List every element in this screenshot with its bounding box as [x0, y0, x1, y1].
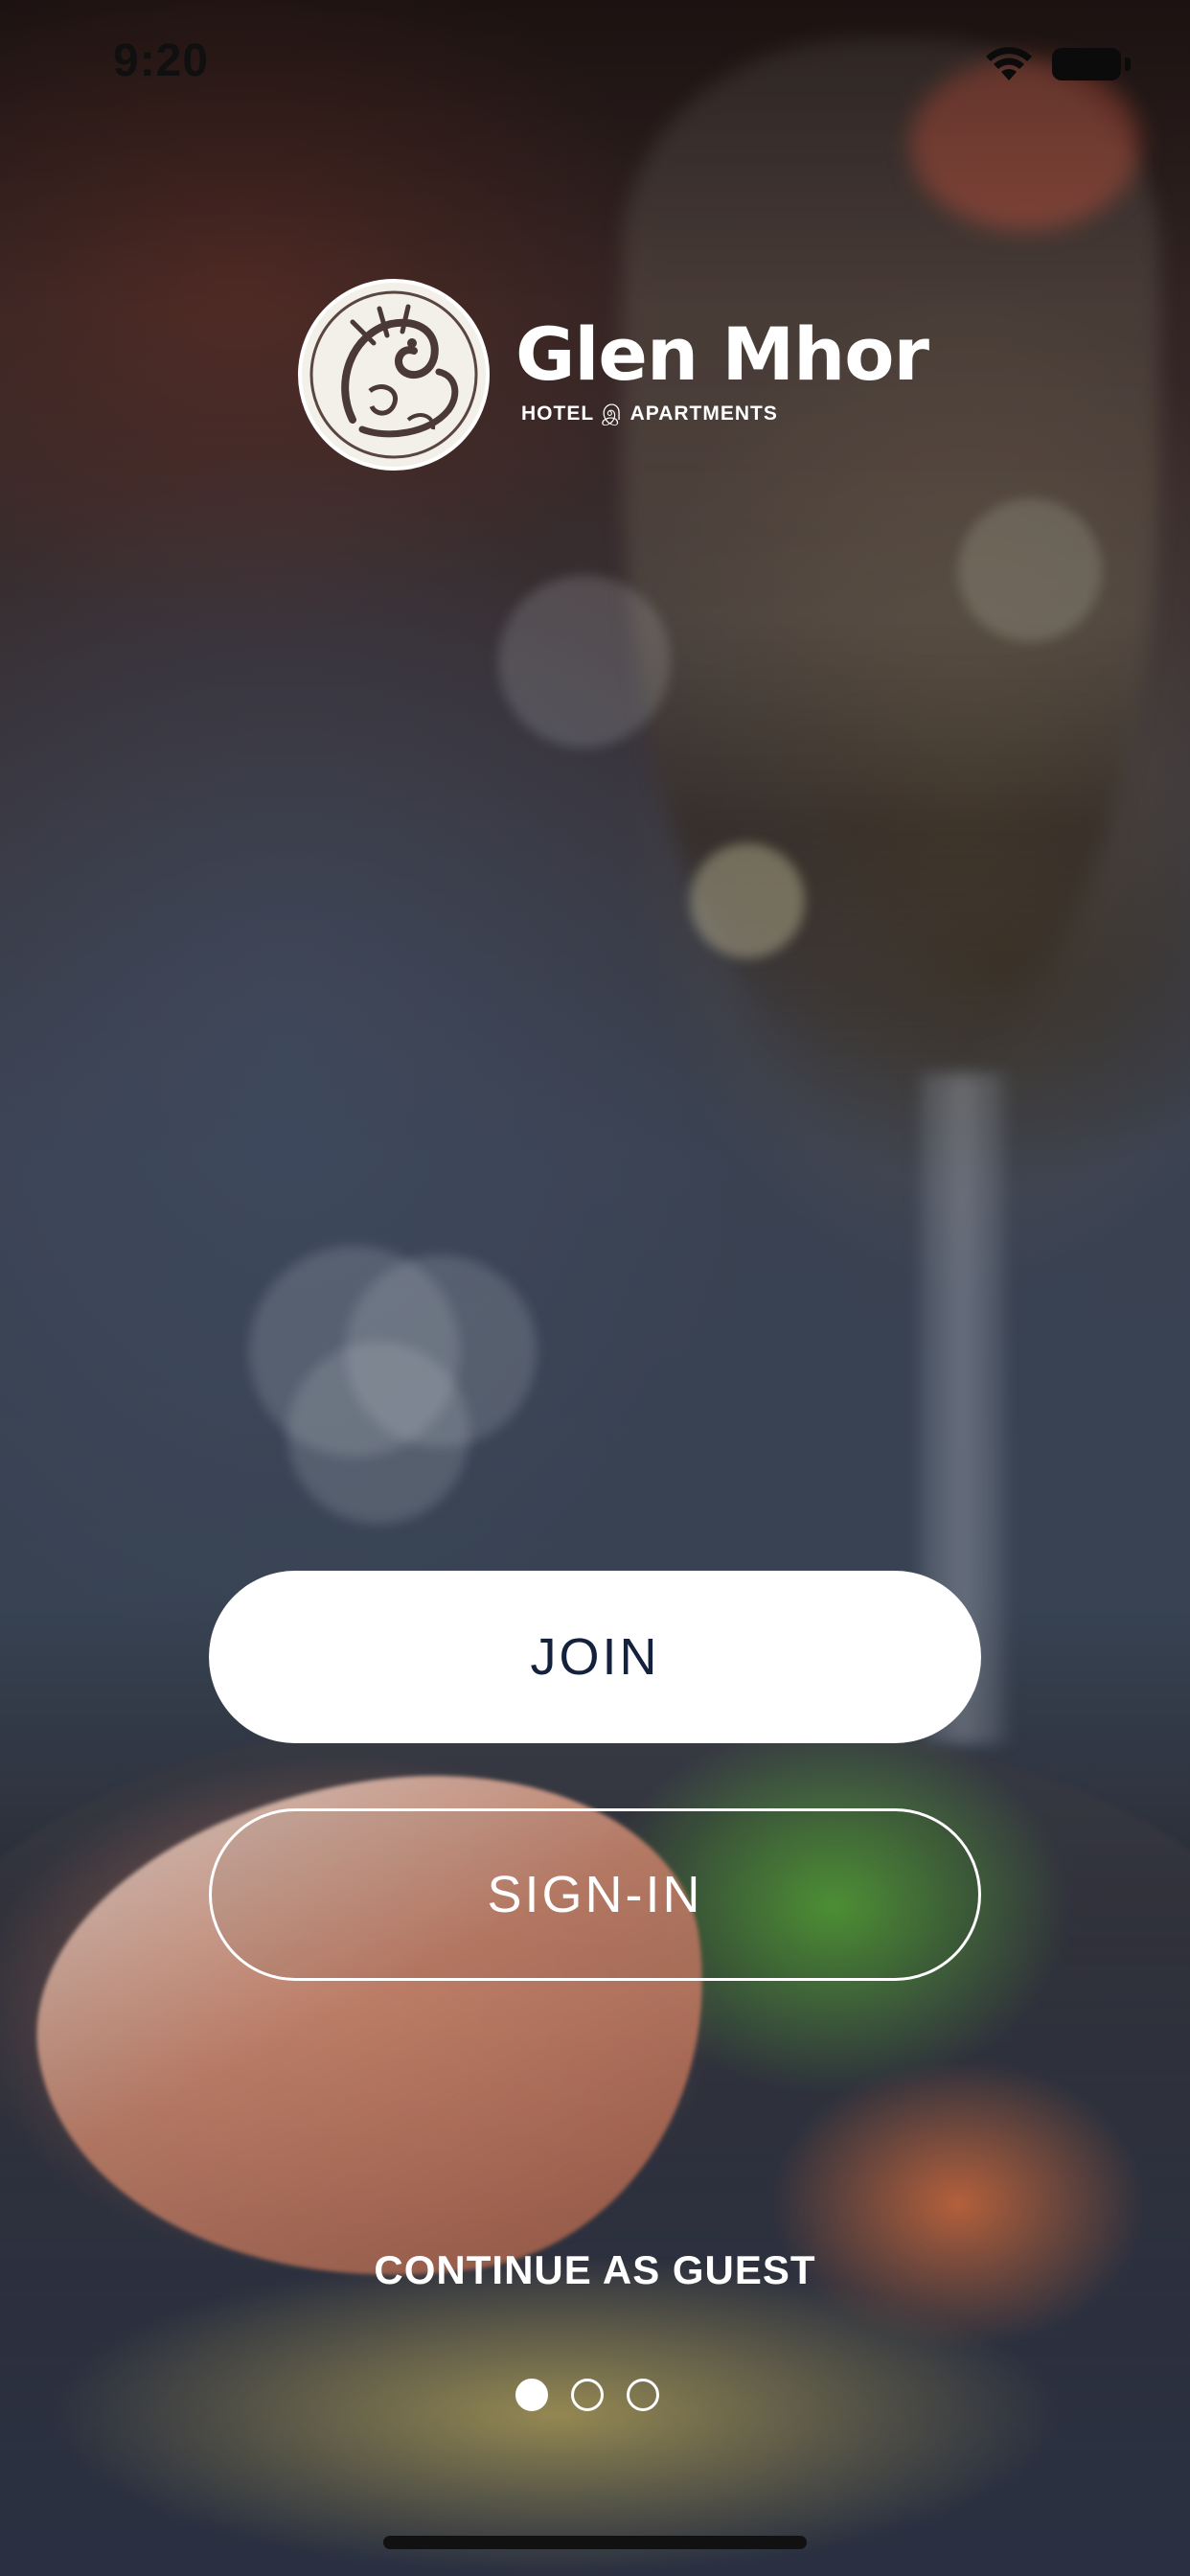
status-time: 9:20 — [113, 35, 210, 86]
page-dot-1[interactable] — [515, 2379, 548, 2411]
wifi-icon — [986, 47, 1032, 80]
brand-tagline: HOTEL இ APARTMENTS — [521, 402, 778, 427]
welcome-screen: 9:20 Glen Mhor HOTEL இ APARTMENTS JOIN SI — [0, 0, 1190, 2576]
battery-tip — [1125, 58, 1131, 71]
tagline-hotel: HOTEL — [521, 402, 595, 425]
brand-name: Glen Mhor — [515, 311, 929, 397]
join-button-label: JOIN — [530, 1628, 660, 1686]
dragon-emblem-icon — [298, 279, 490, 471]
status-bar: 9:20 — [0, 0, 1190, 126]
page-dot-3[interactable] — [627, 2379, 659, 2411]
tagline-separator: இ — [602, 402, 623, 425]
continue-as-guest-link[interactable]: CONTINUE AS GUEST — [0, 2247, 1190, 2293]
sign-in-button-label: SIGN-IN — [487, 1866, 703, 1923]
brand-logo: Glen Mhor HOTEL இ APARTMENTS — [295, 276, 929, 477]
tagline-apartments: APARTMENTS — [629, 402, 778, 425]
home-indicator[interactable] — [383, 2536, 807, 2549]
battery-icon — [1052, 48, 1121, 80]
page-indicator — [515, 2379, 675, 2417]
join-button[interactable]: JOIN — [209, 1571, 981, 1743]
sign-in-button[interactable]: SIGN-IN — [209, 1808, 981, 1981]
page-dot-2[interactable] — [571, 2379, 604, 2411]
